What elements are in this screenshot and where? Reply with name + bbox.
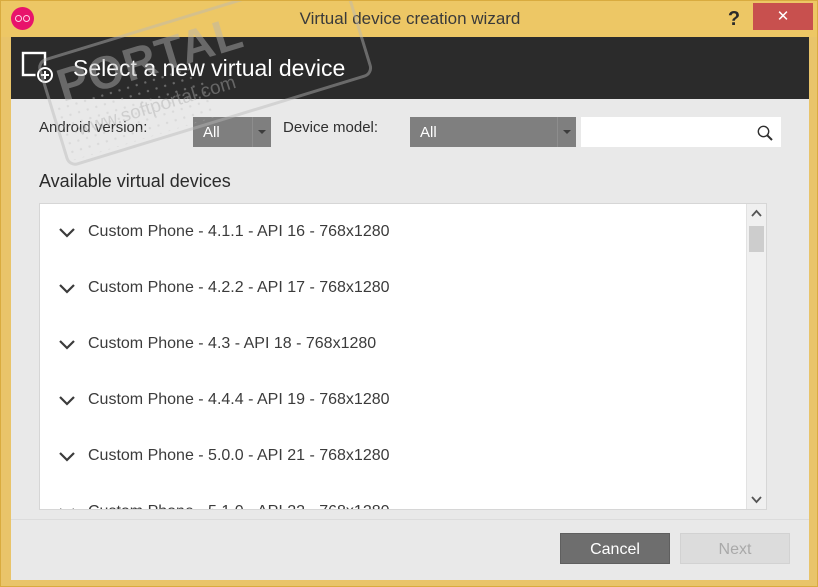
device-model-select[interactable]: All xyxy=(410,117,576,147)
device-model-label: Device model: xyxy=(283,118,378,138)
list-item-label: Custom Phone - 4.2.2 - API 17 - 768x1280 xyxy=(88,279,390,297)
chevron-up-icon[interactable] xyxy=(747,204,766,224)
filter-row: Android version: All Device model: All xyxy=(11,99,809,157)
cancel-button[interactable]: Cancel xyxy=(560,533,670,564)
chevron-down-icon xyxy=(557,117,576,147)
dialog-footer: Cancel Next xyxy=(11,519,809,580)
wizard-window: Virtual device creation wizard ? ✕ Selec… xyxy=(0,0,818,587)
list-item[interactable]: Custom Phone - 4.3 - API 18 - 768x1280 xyxy=(40,316,747,372)
device-model-value: All xyxy=(410,124,557,141)
search-input[interactable] xyxy=(581,117,781,147)
android-version-value: All xyxy=(193,124,252,141)
list-item-label: Custom Phone - 5.0.0 - API 21 - 768x1280 xyxy=(88,447,390,465)
wizard-banner: Select a new virtual device xyxy=(11,37,809,99)
list-item[interactable]: Custom Phone - 5.0.0 - API 21 - 768x1280 xyxy=(40,428,747,484)
close-button[interactable]: ✕ xyxy=(753,3,813,30)
android-version-select[interactable]: All xyxy=(193,117,271,147)
list-item[interactable]: Custom Phone - 5.1.0 - API 22 - 768x1280 xyxy=(40,484,747,509)
chevron-down-icon[interactable] xyxy=(56,221,78,243)
chevron-down-icon[interactable] xyxy=(56,277,78,299)
list-item[interactable]: Custom Phone - 4.1.1 - API 16 - 768x1280 xyxy=(40,204,747,260)
banner-title: Select a new virtual device xyxy=(73,37,345,99)
list-item-label: Custom Phone - 5.1.0 - API 22 - 768x1280 xyxy=(88,503,390,509)
list-scrollbar[interactable] xyxy=(746,204,766,509)
chevron-down-icon[interactable] xyxy=(747,489,766,509)
chevron-down-icon[interactable] xyxy=(56,501,78,509)
device-list-viewport: Custom Phone - 4.1.1 - API 16 - 768x1280… xyxy=(40,204,747,509)
chevron-down-icon[interactable] xyxy=(56,389,78,411)
scrollbar-thumb[interactable] xyxy=(749,226,764,252)
window-title: Virtual device creation wizard xyxy=(1,1,818,37)
chevron-down-icon[interactable] xyxy=(56,445,78,467)
list-item-label: Custom Phone - 4.3 - API 18 - 768x1280 xyxy=(88,335,376,353)
chevron-down-icon[interactable] xyxy=(56,333,78,355)
list-item-label: Custom Phone - 4.4.4 - API 19 - 768x1280 xyxy=(88,391,390,409)
device-list: Custom Phone - 4.1.1 - API 16 - 768x1280… xyxy=(39,203,767,510)
list-item-label: Custom Phone - 4.1.1 - API 16 - 768x1280 xyxy=(88,223,390,241)
android-version-label: Android version: xyxy=(39,118,147,138)
search-icon xyxy=(756,124,774,142)
title-bar: Virtual device creation wizard ? ✕ xyxy=(1,1,818,37)
chevron-down-icon xyxy=(252,117,271,147)
section-title: Available virtual devices xyxy=(39,171,231,192)
list-item[interactable]: Custom Phone - 4.2.2 - API 17 - 768x1280 xyxy=(40,260,747,316)
new-device-icon xyxy=(21,51,57,85)
dialog-body: Android version: All Device model: All A… xyxy=(11,99,809,580)
help-button[interactable]: ? xyxy=(717,3,751,35)
next-button: Next xyxy=(680,533,790,564)
list-item[interactable]: Custom Phone - 4.4.4 - API 19 - 768x1280 xyxy=(40,372,747,428)
